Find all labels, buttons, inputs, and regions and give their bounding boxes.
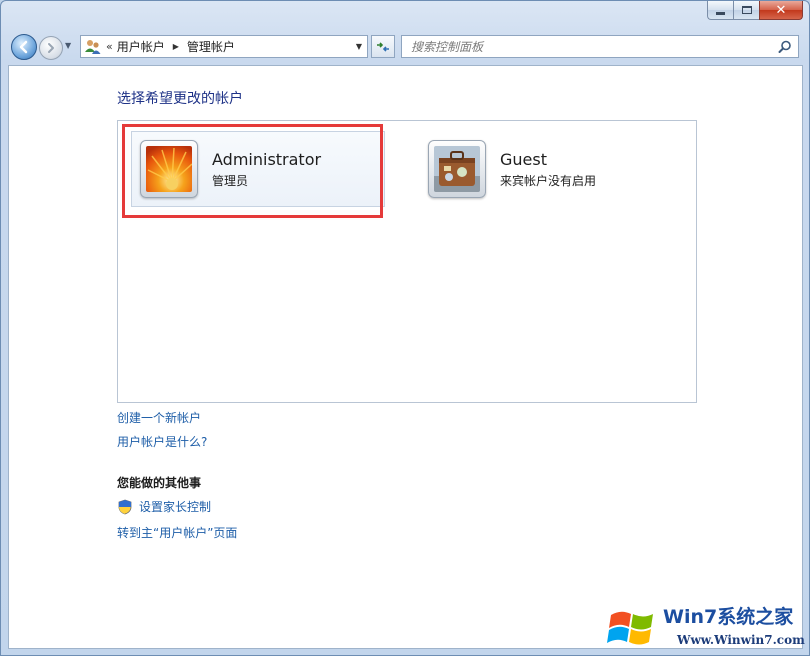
account-role: 管理员 [212,173,249,188]
search-icon[interactable] [778,40,792,54]
watermark-logo: Win7系统之家 Www.Winwin7.com [605,601,805,653]
chevron-down-icon: ▼ [65,41,72,50]
search-placeholder[interactable]: 搜索控制面板 [411,38,483,55]
goto-main-user-accounts-link[interactable]: 转到主“用户帐户”页面 [117,524,237,541]
windows-logo-icon [607,611,653,645]
maximize-icon [741,6,752,14]
chevron-down-icon: ▼ [355,42,363,51]
content-pane: 选择希望更改的帐户 Administrator 管理员 Guest 来宾帐户没有… [8,65,803,649]
suitcase-picture-icon [434,146,480,192]
account-tile-administrator[interactable]: Administrator 管理员 [131,131,385,207]
refresh-icon [377,41,389,52]
chevron-right-icon[interactable]: ▶ [173,42,179,51]
close-icon: ✕ [775,2,787,18]
page-title: 选择希望更改的帐户 [117,91,243,107]
breadcrumb-user-accounts[interactable]: 用户帐户 [117,38,165,55]
minimize-icon [716,11,725,15]
address-bar[interactable]: « 用户帐户 ▶ 管理帐户 ▼ [80,35,368,58]
parental-controls-link[interactable]: 设置家长控制 [139,498,211,515]
breadcrumb-manage-accounts[interactable]: 管理帐户 [187,38,235,55]
other-tasks-heading: 您能做的其他事 [117,476,202,490]
refresh-button[interactable] [371,35,395,58]
breadcrumb-overflow[interactable]: « [106,40,113,53]
close-button[interactable]: ✕ [759,1,803,20]
account-tile-guest[interactable]: Guest 来宾帐户没有启用 [420,131,674,207]
account-name: Guest [500,149,547,169]
account-text: Guest 来宾帐户没有启用 [500,150,596,189]
forward-button[interactable] [39,36,63,60]
what-is-user-account-link[interactable]: 用户帐户是什么? [117,433,207,450]
search-box[interactable]: 搜索控制面板 [401,35,799,58]
users-icon [84,38,102,56]
accounts-list: Administrator 管理员 Guest 来宾帐户没有启用 [117,120,697,403]
navigation-bar: ▼ « 用户帐户 ▶ 管理帐户 ▼ 搜索控制面板 [1,31,809,63]
back-button[interactable] [11,34,37,60]
window-caption-buttons: ✕ [707,1,803,20]
address-dropdown-button[interactable]: ▼ [351,36,367,57]
arrow-right-icon [48,43,54,53]
recent-pages-dropdown[interactable]: ▼ [65,41,75,55]
watermark-brand: Win7系统之家 [663,605,794,628]
account-name: Administrator [212,149,322,169]
parental-controls-row[interactable]: 设置家长控制 [117,498,211,515]
create-account-link[interactable]: 创建一个新帐户 [117,409,201,426]
account-text: Administrator 管理员 [212,150,321,189]
minimize-button[interactable] [707,1,733,20]
account-role: 来宾帐户没有启用 [500,173,597,188]
avatar [428,140,486,198]
watermark-url: Www.Winwin7.com [676,633,805,647]
maximize-button[interactable] [733,1,759,20]
arrow-left-icon [19,40,28,54]
shield-icon [118,499,132,514]
avatar [140,140,198,198]
flower-picture-icon [146,146,192,192]
control-panel-window: ✕ ▼ « 用户帐户 ▶ 管理帐户 ▼ 搜索控制面板 选择希望更改的帐户 Adm… [0,0,810,656]
